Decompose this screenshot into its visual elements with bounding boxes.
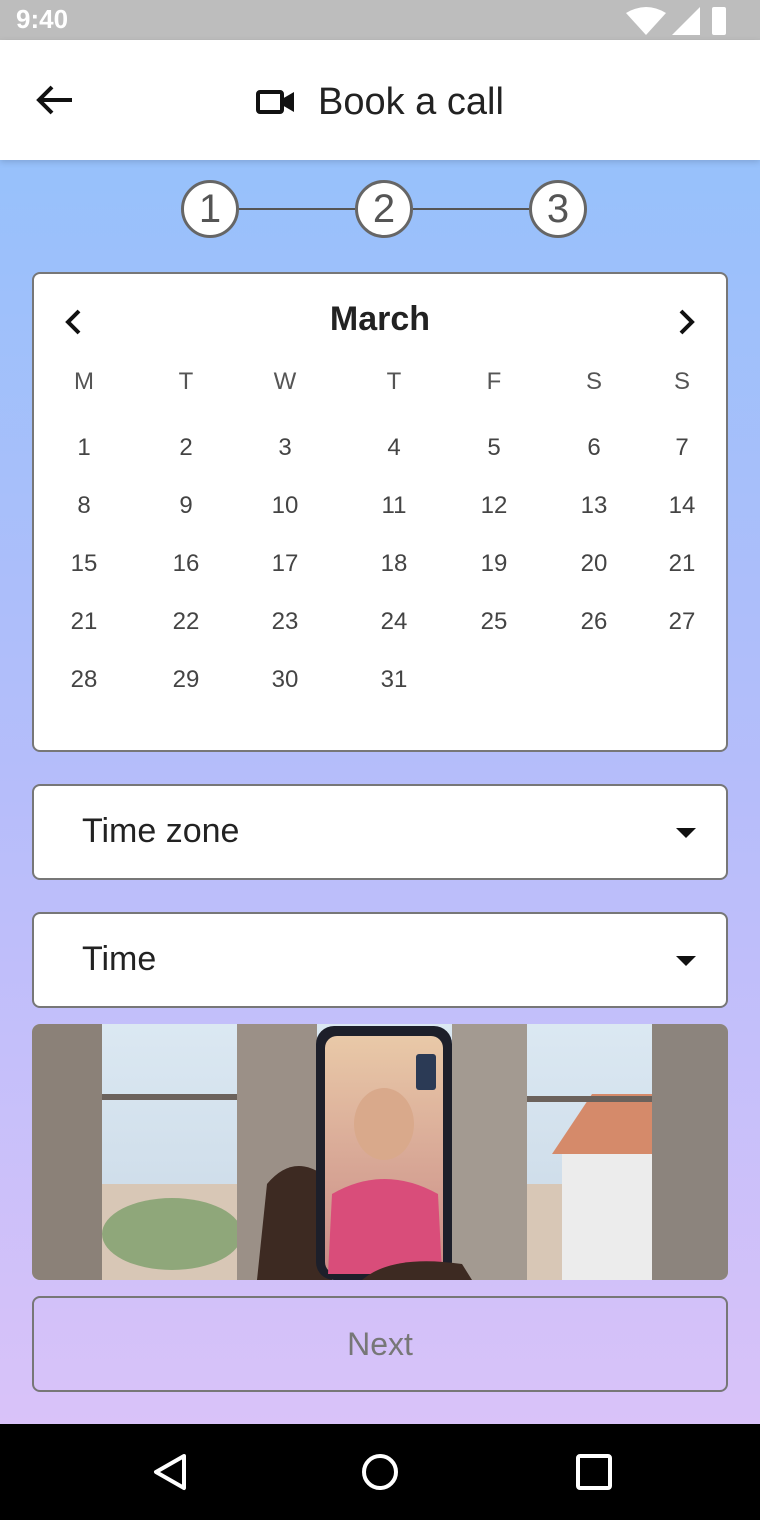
- status-time: 9:40: [16, 4, 69, 34]
- weekday-label: S: [585, 368, 602, 395]
- calendar-day[interactable]: 27: [652, 604, 712, 640]
- back-arrow-icon[interactable]: [30, 80, 80, 120]
- caret-down-icon: [676, 956, 696, 966]
- time-select-label: Time: [82, 940, 157, 978]
- calendar-day[interactable]: 11: [364, 488, 424, 524]
- calendar-day[interactable]: 14: [652, 488, 712, 524]
- calendar-day[interactable]: 30: [255, 662, 315, 698]
- calendar-day[interactable]: 24: [364, 604, 424, 640]
- chevron-right-icon[interactable]: [666, 302, 706, 342]
- app-bar: Book a call: [0, 40, 760, 160]
- calendar-day[interactable]: 20: [564, 546, 624, 582]
- step-3[interactable]: 3: [529, 180, 587, 238]
- calendar-day[interactable]: 26: [564, 604, 624, 640]
- calendar-day[interactable]: 15: [54, 546, 114, 582]
- video-call-photo: [32, 1024, 728, 1280]
- stepper: 1 2 3: [181, 178, 591, 240]
- weekday-label: W: [273, 368, 297, 395]
- signal-icon: [672, 7, 700, 35]
- weekday-label: T: [178, 368, 194, 395]
- calendar-day[interactable]: 29: [156, 662, 216, 698]
- calendar-day[interactable]: 28: [54, 662, 114, 698]
- calendar-day[interactable]: 5: [464, 430, 524, 466]
- next-button[interactable]: Next: [32, 1296, 728, 1392]
- calendar-day[interactable]: 19: [464, 546, 524, 582]
- calendar-day[interactable]: 25: [464, 604, 524, 640]
- caret-down-icon: [676, 828, 696, 838]
- weekday-label: S: [673, 368, 690, 395]
- app-title-wrap: Book a call: [256, 80, 504, 124]
- video-camera-icon: [256, 90, 294, 114]
- system-nav-bar: [0, 1424, 760, 1520]
- calendar-day[interactable]: 22: [156, 604, 216, 640]
- nav-home-icon[interactable]: [358, 1450, 402, 1494]
- calendar: March M T W T F S S 1 2 3 4 5 6 7 8 9 10…: [32, 272, 728, 752]
- calendar-day[interactable]: 4: [364, 430, 424, 466]
- weekday-label: F: [486, 368, 502, 395]
- time-select[interactable]: Time: [32, 912, 728, 1008]
- calendar-day[interactable]: 2: [156, 430, 216, 466]
- calendar-day[interactable]: 13: [564, 488, 624, 524]
- step-2[interactable]: 2: [355, 180, 413, 238]
- timezone-select[interactable]: Time zone: [32, 784, 728, 880]
- weekday-label: T: [386, 368, 402, 395]
- step-1[interactable]: 1: [181, 180, 239, 238]
- calendar-day[interactable]: 6: [564, 430, 624, 466]
- calendar-month: March: [329, 300, 431, 338]
- calendar-day[interactable]: 12: [464, 488, 524, 524]
- weekday-label: M: [74, 368, 94, 395]
- timezone-select-label: Time zone: [82, 812, 240, 850]
- battery-icon: [712, 7, 726, 35]
- calendar-day[interactable]: 10: [255, 488, 315, 524]
- calendar-day[interactable]: 8: [54, 488, 114, 524]
- calendar-day[interactable]: 23: [255, 604, 315, 640]
- calendar-day[interactable]: 3: [255, 430, 315, 466]
- step-connector: [413, 208, 529, 210]
- step-connector: [239, 208, 355, 210]
- calendar-day[interactable]: 18: [364, 546, 424, 582]
- wifi-icon: [626, 7, 666, 35]
- calendar-day[interactable]: 16: [156, 546, 216, 582]
- nav-recents-icon[interactable]: [572, 1450, 616, 1494]
- calendar-day[interactable]: 21: [652, 546, 712, 582]
- calendar-day[interactable]: 9: [156, 488, 216, 524]
- booking-content: 1 2 3 March M T W T F S S 1 2 3 4 5 6 7 …: [0, 160, 760, 1424]
- page-title: Book a call: [318, 80, 504, 123]
- calendar-day[interactable]: 31: [364, 662, 424, 698]
- calendar-day[interactable]: 21: [54, 604, 114, 640]
- status-icons: [626, 7, 726, 35]
- calendar-day[interactable]: 1: [54, 430, 114, 466]
- calendar-day[interactable]: 7: [652, 430, 712, 466]
- calendar-day[interactable]: 17: [255, 546, 315, 582]
- nav-back-icon[interactable]: [148, 1450, 192, 1494]
- status-bar: 9:40: [0, 0, 760, 40]
